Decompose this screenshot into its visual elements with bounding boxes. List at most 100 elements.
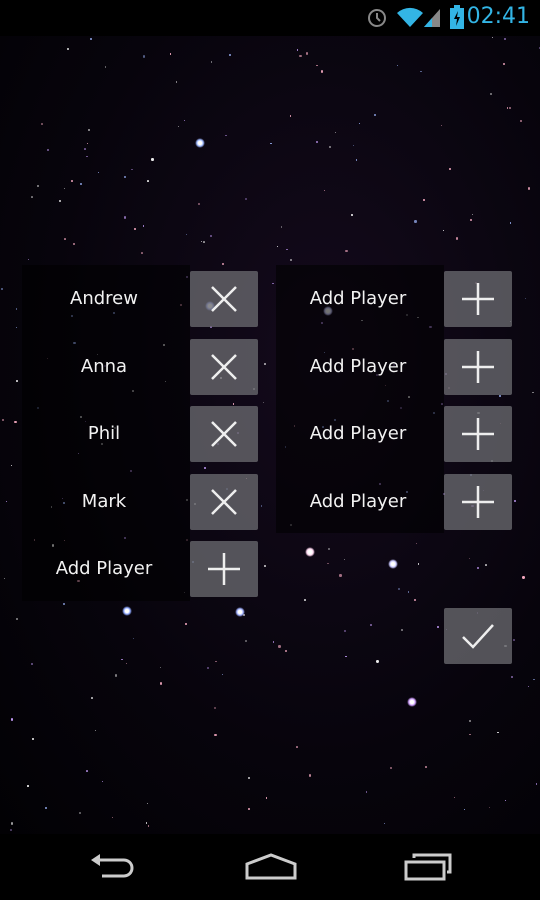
- player-name-label[interactable]: Add Player: [276, 474, 440, 529]
- star: [414, 220, 417, 223]
- star: [245, 198, 248, 201]
- navigation-bar: [0, 834, 540, 900]
- add-player-button[interactable]: [444, 473, 512, 530]
- bright-star: [407, 697, 417, 707]
- star: [339, 574, 342, 577]
- star: [505, 799, 507, 802]
- star: [214, 707, 217, 710]
- star: [522, 576, 525, 579]
- clock: 02:41: [466, 4, 530, 29]
- player-name-label[interactable]: Add Player: [276, 406, 440, 461]
- star: [123, 175, 127, 179]
- star: [510, 222, 512, 224]
- add-player-button[interactable]: [444, 271, 512, 327]
- remove-player-button[interactable]: [190, 406, 258, 462]
- star: [490, 92, 493, 95]
- remove-player-button[interactable]: [190, 473, 258, 530]
- star: [141, 252, 143, 255]
- star: [328, 145, 331, 148]
- star: [350, 214, 353, 217]
- star: [272, 282, 274, 285]
- star: [316, 64, 318, 66]
- star: [397, 587, 400, 590]
- star: [296, 745, 298, 748]
- star: [513, 639, 515, 642]
- bright-star: [235, 607, 245, 617]
- star: [88, 128, 91, 131]
- star: [265, 797, 267, 799]
- close-icon: [211, 488, 237, 515]
- star: [203, 240, 205, 243]
- star: [64, 238, 67, 241]
- star: [145, 822, 147, 824]
- plus-icon: [462, 485, 494, 518]
- star: [343, 629, 346, 633]
- star: [272, 641, 274, 643]
- star: [397, 64, 399, 66]
- star: [86, 155, 89, 158]
- star: [11, 464, 13, 466]
- star: [133, 638, 135, 640]
- remove-player-button[interactable]: [190, 338, 258, 395]
- star: [31, 663, 34, 666]
- star: [185, 622, 188, 625]
- star: [280, 226, 283, 228]
- star: [334, 131, 336, 133]
- confirm-button[interactable]: [444, 608, 512, 664]
- star: [263, 401, 265, 404]
- star: [289, 258, 293, 261]
- star: [101, 780, 104, 783]
- star: [278, 645, 281, 648]
- star: [244, 640, 247, 643]
- star: [436, 626, 439, 629]
- player-name-label: Anna: [80, 355, 128, 377]
- star: [210, 61, 213, 64]
- star: [11, 822, 14, 825]
- star: [509, 107, 512, 110]
- home-icon[interactable]: [244, 852, 298, 882]
- star: [248, 776, 251, 779]
- star: [276, 245, 278, 247]
- star: [370, 624, 372, 626]
- star: [186, 233, 188, 235]
- star: [27, 785, 29, 788]
- remove-player-button[interactable]: [190, 271, 258, 327]
- player-name-label[interactable]: Add Player: [276, 271, 440, 326]
- signal-icon: [424, 9, 440, 27]
- star: [207, 667, 210, 670]
- star: [507, 107, 509, 109]
- star: [442, 230, 445, 232]
- star: [121, 658, 124, 661]
- star: [532, 391, 534, 394]
- star: [124, 216, 127, 219]
- star: [365, 791, 368, 793]
- star: [415, 542, 417, 544]
- star: [1, 418, 4, 421]
- star: [41, 123, 43, 126]
- star: [159, 666, 162, 669]
- add-player-button[interactable]: [444, 338, 512, 395]
- star: [10, 718, 14, 721]
- back-icon[interactable]: [88, 852, 136, 882]
- add-player-button[interactable]: [444, 406, 512, 462]
- star: [476, 567, 479, 570]
- player-name-label: Andrew: [70, 288, 138, 309]
- star: [200, 240, 203, 243]
- star: [525, 298, 527, 300]
- star: [28, 259, 30, 261]
- star: [247, 807, 250, 810]
- plus-icon: [462, 418, 494, 450]
- star: [3, 577, 6, 580]
- star: [221, 262, 225, 266]
- star: [503, 62, 506, 65]
- star: [471, 214, 474, 216]
- star: [383, 823, 385, 825]
- star: [71, 180, 74, 183]
- add-player-button[interactable]: [190, 541, 258, 597]
- star: [170, 53, 172, 55]
- player-name-label[interactable]: Add Player: [22, 541, 186, 596]
- player-name-label[interactable]: Add Player: [276, 339, 440, 394]
- recent-apps-icon[interactable]: [404, 852, 454, 882]
- status-bar: 02:41: [0, 0, 540, 36]
- star: [72, 243, 75, 246]
